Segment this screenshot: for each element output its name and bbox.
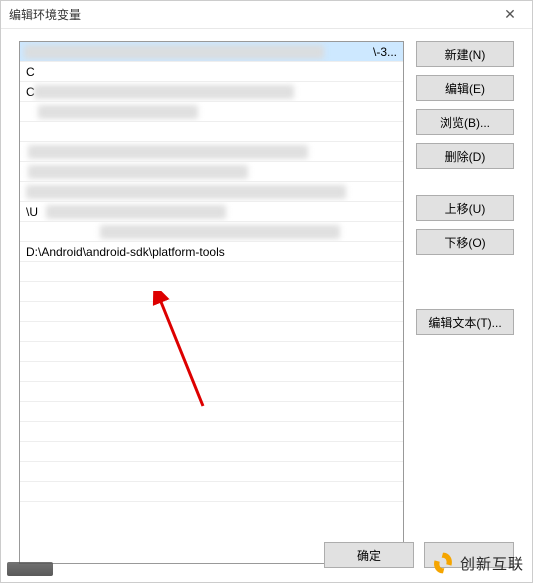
list-item[interactable] (20, 322, 403, 342)
list-item[interactable]: \-3... (20, 42, 403, 62)
list-item[interactable] (20, 122, 403, 142)
list-item[interactable] (20, 162, 403, 182)
delete-button[interactable]: 删除(D) (416, 143, 514, 169)
list-item[interactable] (20, 362, 403, 382)
footer-buttons: 确定 (324, 542, 514, 568)
close-icon: ✕ (504, 6, 516, 23)
redacted-segment (38, 105, 198, 119)
edit-env-var-dialog: 编辑环境变量 ✕ \-3... CC \U D:\Android\android-s… (0, 0, 533, 583)
list-item-text: C (26, 65, 35, 79)
move-down-button[interactable]: 下移(O) (416, 229, 514, 255)
redacted-segment (100, 225, 340, 239)
list-item[interactable] (20, 262, 403, 282)
close-button[interactable]: ✕ (496, 5, 524, 25)
list-item[interactable]: \U (20, 202, 403, 222)
side-button-column: 新建(N) 编辑(E) 浏览(B)... 删除(D) 上移(U) 下移(O) 编… (416, 41, 514, 564)
list-item[interactable] (20, 182, 403, 202)
list-item[interactable] (20, 382, 403, 402)
browse-button[interactable]: 浏览(B)... (416, 109, 514, 135)
spacer (416, 263, 514, 309)
dialog-title: 编辑环境变量 (9, 6, 81, 23)
cancel-button[interactable] (424, 542, 514, 568)
list-item-suffix: \-3... (373, 42, 397, 62)
new-button[interactable]: 新建(N) (416, 41, 514, 67)
redacted-segment (26, 185, 346, 199)
list-item[interactable] (20, 342, 403, 362)
list-item[interactable] (20, 462, 403, 482)
ok-button[interactable]: 确定 (324, 542, 414, 568)
redacted-segment (28, 145, 308, 159)
edit-button[interactable]: 编辑(E) (416, 75, 514, 101)
list-item[interactable] (20, 442, 403, 462)
redacted-segment (46, 205, 226, 219)
list-item[interactable]: D:\Android\android-sdk\platform-tools (20, 242, 403, 262)
list-item[interactable] (20, 142, 403, 162)
list-item[interactable] (20, 222, 403, 242)
redacted-segment (24, 45, 324, 59)
list-item[interactable]: C (20, 62, 403, 82)
list-item[interactable] (20, 302, 403, 322)
list-item[interactable] (20, 422, 403, 442)
taskbar-thumbnail (7, 562, 53, 576)
list-item[interactable] (20, 482, 403, 502)
path-listbox[interactable]: \-3... CC \U D:\Android\android-sdk\platfo… (19, 41, 404, 564)
dialog-content: \-3... CC \U D:\Android\android-sdk\platfo… (19, 41, 514, 564)
list-item[interactable] (20, 402, 403, 422)
titlebar: 编辑环境变量 ✕ (1, 1, 532, 29)
list-item[interactable] (20, 282, 403, 302)
list-item-text: D:\Android\android-sdk\platform-tools (26, 245, 225, 259)
list-item[interactable] (20, 102, 403, 122)
list-item-text: \U (26, 205, 38, 219)
edit-text-button[interactable]: 编辑文本(T)... (416, 309, 514, 335)
list-item[interactable]: C (20, 82, 403, 102)
redacted-segment (34, 85, 294, 99)
redacted-segment (28, 165, 248, 179)
spacer (416, 177, 514, 195)
move-up-button[interactable]: 上移(U) (416, 195, 514, 221)
